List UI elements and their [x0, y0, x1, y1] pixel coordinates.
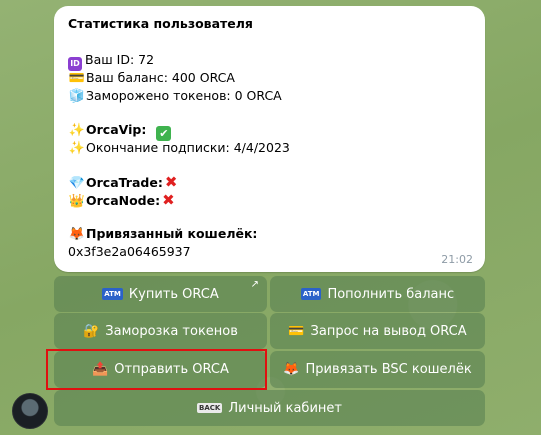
freeze-label: Заморозка токенов: [105, 323, 238, 339]
sparkles-icon: ✨: [68, 123, 86, 138]
user-id-text: Ваш ID: 72: [85, 52, 155, 67]
send-orca-button[interactable]: 📤 Отправить ORCA: [54, 351, 267, 388]
balance-text: Ваш баланс: 400 ORCA: [86, 70, 235, 85]
vip-label: OrcaVip:: [86, 122, 147, 137]
withdraw-request-button[interactable]: 💳 Запрос на вывод ORCA: [270, 313, 485, 349]
wallet-label: Привязанный кошелёк:: [86, 226, 258, 241]
personal-cabinet-button[interactable]: BACK Личный кабинет: [54, 390, 485, 426]
cabinet-label: Личный кабинет: [228, 400, 342, 416]
card-icon: 💳: [288, 323, 305, 339]
send-label: Отправить ORCA: [114, 362, 229, 377]
subscription-line: ✨Окончание подписки: 4/4/2023: [68, 139, 471, 157]
frozen-line: 🧊Заморожено токенов: 0 ORCA: [68, 87, 471, 105]
vip-line: ✨OrcaVip: ✔: [68, 121, 471, 141]
bind-bsc-wallet-button[interactable]: 🦊 Привязать BSC кошелёк: [270, 351, 485, 388]
atm-icon: ATM: [102, 288, 123, 300]
trade-line: 💎OrcaTrade: ✖: [68, 173, 471, 191]
sparkles-icon: ✨: [68, 141, 86, 156]
node-line: 👑OrcaNode: ✖: [68, 191, 471, 209]
bind-label: Привязать BSC кошелёк: [305, 362, 472, 377]
ice-cube-icon: 🧊: [68, 89, 86, 104]
credit-card-icon: 💳: [68, 71, 86, 86]
freeze-tokens-button[interactable]: 🔐 Заморозка токенов: [54, 313, 267, 349]
atm-icon: ATM: [300, 288, 322, 300]
buy-orca-button[interactable]: ATM Купить ORCA ↗: [54, 276, 267, 312]
wallet-address[interactable]: 0x3f3e2a06465937: [68, 243, 471, 261]
lock-key-icon: 🔐: [83, 323, 100, 339]
frozen-text: Заморожено токенов: 0 ORCA: [86, 88, 282, 103]
node-label: OrcaNode:: [86, 193, 161, 208]
topup-balance-button[interactable]: ATM Пополнить баланс: [270, 276, 485, 312]
external-link-icon: ↗: [250, 279, 259, 290]
crown-icon: 👑: [68, 194, 86, 209]
message-title: Статистика пользователя: [68, 16, 253, 31]
withdraw-label: Запрос на вывод ORCA: [310, 323, 467, 339]
topup-label: Пополнить баланс: [327, 286, 455, 302]
fox-icon: 🦊: [68, 227, 86, 242]
wallet-line: 🦊Привязанный кошелёк:: [68, 225, 471, 243]
balance-line: 💳Ваш баланс: 400 ORCA: [68, 69, 471, 87]
cross-mark-icon: ✖: [164, 173, 178, 191]
buy-orca-label: Купить ORCA: [128, 286, 219, 302]
message-time: 21:02: [441, 253, 473, 266]
outbox-tray-icon: 📤: [92, 362, 109, 377]
message-bubble: Статистика пользователя ID Ваш ID: 72 💳Ва…: [54, 6, 485, 272]
cross-mark-icon: ✖: [162, 191, 175, 209]
back-arrow-icon: BACK: [197, 403, 223, 413]
trade-label: OrcaTrade:: [86, 175, 163, 190]
fox-icon: 🦊: [283, 362, 300, 377]
user-id-line: ID Ваш ID: 72: [68, 51, 471, 71]
bot-avatar[interactable]: [12, 393, 48, 429]
subscription-text: Окончание подписки: 4/4/2023: [86, 140, 290, 155]
